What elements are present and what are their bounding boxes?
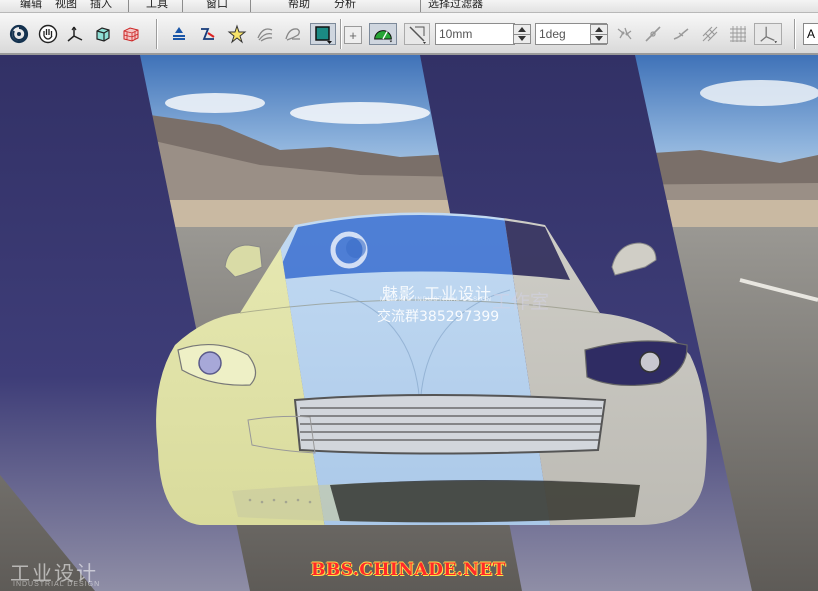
- menu-item[interactable]: 插入: [90, 0, 112, 10]
- menu-separator: [420, 0, 421, 12]
- watermark-brand-en: MEITING INDUSTRIAL DESIGN: [380, 297, 492, 303]
- menu-item[interactable]: 编辑: [20, 0, 42, 10]
- watermark-group-number: 交流群385297399: [377, 309, 500, 325]
- axes-triad-icon[interactable]: [64, 23, 86, 45]
- toolbar-separator: [340, 19, 342, 49]
- snap-toggle-button[interactable]: +: [344, 26, 362, 44]
- color-swatch-icon[interactable]: [310, 23, 336, 45]
- menu-separator: [182, 0, 183, 12]
- spread-arrow-icon[interactable]: [168, 23, 190, 45]
- menu-bar: 编辑 视图 插入 工具 窗口 帮助 分析 选择过滤器: [0, 0, 818, 13]
- star-select-icon[interactable]: [226, 23, 248, 45]
- snap-grid-diagonal-icon[interactable]: [699, 23, 721, 45]
- curve-edit-icon[interactable]: [197, 23, 219, 45]
- watermark-corner-en: INDUSTRIAL DESIGN: [13, 581, 101, 588]
- menu-item[interactable]: 窗口: [206, 0, 228, 10]
- menu-separator: [128, 0, 129, 12]
- surface-sketch-icon[interactable]: [254, 23, 276, 45]
- angle-spinner[interactable]: [590, 24, 608, 44]
- truncated-field[interactable]: A: [803, 23, 818, 45]
- mesh-cube-icon[interactable]: [120, 23, 142, 45]
- menu-item[interactable]: 分析: [334, 0, 356, 10]
- distance-spinner[interactable]: [513, 24, 531, 44]
- pan-hand-icon[interactable]: [37, 23, 59, 45]
- distance-input[interactable]: 10mm: [435, 23, 515, 45]
- needle-icon[interactable]: [642, 23, 664, 45]
- sphere-draw-icon[interactable]: [282, 23, 304, 45]
- box-view-icon[interactable]: [92, 23, 114, 45]
- distance-snap-icon[interactable]: [404, 23, 430, 45]
- toolbar-separator: [794, 19, 796, 49]
- curve-arrow-icon[interactable]: [670, 23, 692, 45]
- protractor-icon[interactable]: [369, 23, 397, 45]
- menu-separator: [250, 0, 251, 12]
- workplane-axes-icon[interactable]: [754, 23, 782, 45]
- watermark-site-url: BBS.CHINADE.NET: [311, 560, 506, 580]
- toolbar-separator: [156, 19, 158, 49]
- rotate-view-icon[interactable]: [8, 23, 30, 45]
- menu-item[interactable]: 视图: [55, 0, 77, 10]
- render-viewport[interactable]: 魅影 工业设计 MEITING INDUSTRIAL DESIGN 交流群3852…: [0, 55, 818, 591]
- scatter-points-icon[interactable]: [614, 23, 636, 45]
- grid-icon[interactable]: [727, 23, 749, 45]
- menu-item[interactable]: 工具: [146, 0, 168, 10]
- menu-item[interactable]: 选择过滤器: [428, 0, 483, 10]
- watermark-studio: 工作室: [492, 291, 550, 313]
- menu-item[interactable]: 帮助: [288, 0, 310, 10]
- main-toolbar: + 10mm 1deg A: [0, 13, 818, 55]
